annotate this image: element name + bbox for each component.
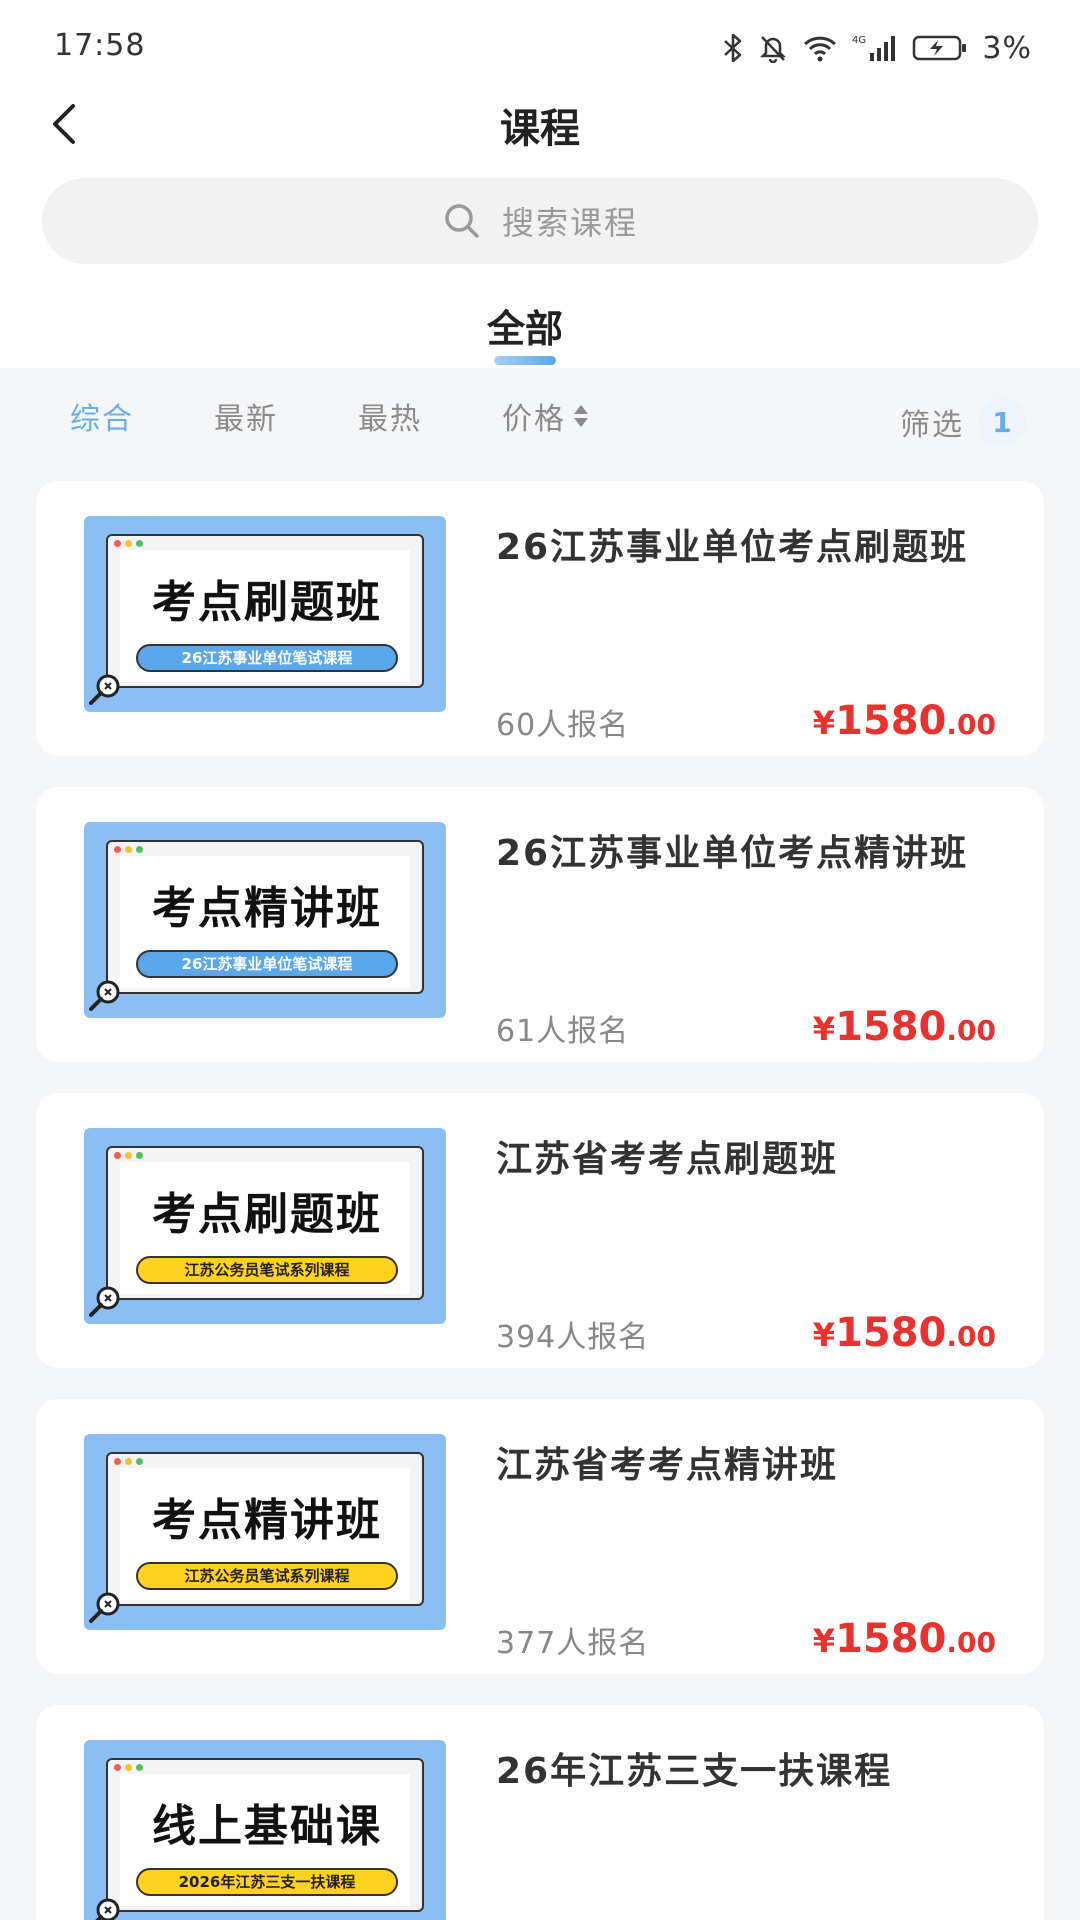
tab-active-indicator <box>494 356 556 365</box>
battery-percentage: 3% <box>982 30 1032 66</box>
thumbnail-title: 考点精讲班 <box>152 883 382 934</box>
thumbnail-subtitle: 2026年江苏三支一扶课程 <box>136 1868 398 1896</box>
tab-all-label: 全部 <box>486 307 563 351</box>
thumbnail-title: 考点精讲班 <box>152 1495 382 1546</box>
window-dots <box>114 1152 143 1159</box>
sort-price[interactable]: 价格 <box>502 394 590 438</box>
status-icons: 4G 3% <box>722 28 1032 68</box>
page-title: 课程 <box>500 106 580 152</box>
tab-all[interactable]: 全部 <box>470 298 580 368</box>
thumbnail-title: 线上基础课 <box>152 1801 382 1852</box>
sort-bar: 综合 最新 最热 价格 筛选 1 <box>0 368 1080 468</box>
course-title: 江苏省考考点精讲班 <box>496 1445 839 1486</box>
price-currency: ¥ <box>812 1622 836 1660</box>
magnifier-icon <box>89 1592 120 1623</box>
price-decimal: .00 <box>946 1320 996 1353</box>
price-integer: 1580 <box>835 1616 947 1662</box>
course-thumbnail: 线上基础课 2026年江苏三支一扶课程 <box>84 1740 446 1920</box>
thumbnail-title: 考点刷题班 <box>152 1189 382 1240</box>
sort-arrows-icon <box>574 405 588 427</box>
magnifier-icon <box>89 980 120 1011</box>
thumbnail-subtitle: 江苏公务员笔试系列课程 <box>136 1256 398 1284</box>
price-integer: 1580 <box>835 698 947 744</box>
thumbnail-title: 考点刷题班 <box>152 577 382 628</box>
price-currency: ¥ <box>812 1010 836 1048</box>
course-thumbnail: 考点精讲班 江苏公务员笔试系列课程 <box>84 1434 446 1630</box>
course-thumbnail: 考点精讲班 26江苏事业单位笔试课程 <box>84 822 446 1018</box>
mute-bell-icon <box>760 36 787 63</box>
wifi-icon <box>804 36 837 62</box>
status-bar: 17:58 4G 3% <box>0 0 1080 96</box>
thumbnail-window: 考点刷题班 26江苏事业单位笔试课程 <box>106 534 424 688</box>
course-thumbnail: 考点刷题班 26江苏事业单位笔试课程 <box>84 516 446 712</box>
svg-text:4G: 4G <box>852 35 866 46</box>
price-currency: ¥ <box>812 704 836 742</box>
course-title: 26年江苏三支一扶课程 <box>496 1751 893 1792</box>
sort-hottest[interactable]: 最热 <box>358 394 422 438</box>
thumbnail-window: 线上基础课 2026年江苏三支一扶课程 <box>106 1758 424 1912</box>
course-card[interactable]: 线上基础课 2026年江苏三支一扶课程 26年江苏三支一扶课程 73人报名 ¥1… <box>36 1705 1044 1920</box>
thumbnail-subtitle: 26江苏事业单位笔试课程 <box>136 644 398 672</box>
course-card[interactable]: 考点精讲班 26江苏事业单位笔试课程 26江苏事业单位考点精讲班 61人报名 ¥… <box>36 787 1044 1062</box>
course-card[interactable]: 考点刷题班 江苏公务员笔试系列课程 江苏省考考点刷题班 394人报名 ¥1580… <box>36 1093 1044 1368</box>
thumbnail-window: 考点精讲班 江苏公务员笔试系列课程 <box>106 1452 424 1606</box>
window-dots <box>114 540 143 547</box>
window-dots <box>114 846 143 853</box>
thumbnail-subtitle: 26江苏事业单位笔试课程 <box>136 950 398 978</box>
thumbnail-subtitle: 江苏公务员笔试系列课程 <box>136 1562 398 1590</box>
magnifier-icon <box>89 1286 120 1317</box>
nav-bar: 课程 <box>0 88 1080 156</box>
enrollment-count: 61人报名 <box>496 1014 630 1049</box>
magnifier-icon <box>95 1898 120 1920</box>
sort-comprehensive[interactable]: 综合 <box>70 394 134 438</box>
window-dots <box>114 1764 143 1771</box>
sort-price-label: 价格 <box>502 402 566 437</box>
signal-icon: 4G <box>852 35 896 61</box>
price-decimal: .00 <box>946 1626 996 1659</box>
window-dots <box>114 1458 143 1465</box>
course-price: ¥1580.00 <box>813 698 996 744</box>
search-icon <box>445 204 479 238</box>
price-integer: 1580 <box>835 1310 947 1356</box>
course-price: ¥1580.00 <box>813 1616 996 1662</box>
filter-label: 筛选 <box>900 408 964 443</box>
course-title: 26江苏事业单位考点精讲班 <box>496 833 969 874</box>
sort-newest[interactable]: 最新 <box>214 394 278 438</box>
course-price: ¥1580.00 <box>813 1004 996 1050</box>
course-card[interactable]: 考点精讲班 江苏公务员笔试系列课程 江苏省考考点精讲班 377人报名 ¥1580… <box>36 1399 1044 1674</box>
enrollment-count: 377人报名 <box>496 1626 650 1661</box>
filter-button[interactable]: 筛选 1 <box>900 398 1026 446</box>
price-currency: ¥ <box>812 1316 836 1354</box>
course-card[interactable]: 考点刷题班 26江苏事业单位笔试课程 26江苏事业单位考点刷题班 60人报名 ¥… <box>36 481 1044 756</box>
course-thumbnail: 考点刷题班 江苏公务员笔试系列课程 <box>84 1128 446 1324</box>
course-title: 26江苏事业单位考点刷题班 <box>496 527 969 568</box>
thumbnail-window: 考点刷题班 江苏公务员笔试系列课程 <box>106 1146 424 1300</box>
enrollment-count: 60人报名 <box>496 708 630 743</box>
filter-count-badge: 1 <box>978 398 1026 446</box>
course-title: 江苏省考考点刷题班 <box>496 1139 839 1180</box>
thumbnail-window: 考点精讲班 26江苏事业单位笔试课程 <box>106 840 424 994</box>
magnifier-icon <box>89 674 120 705</box>
battery-charging-icon <box>913 35 967 61</box>
search-placeholder: 搜索课程 <box>501 204 638 242</box>
price-decimal: .00 <box>946 708 996 741</box>
course-price: ¥1580.00 <box>813 1310 996 1356</box>
bluetooth-icon <box>724 33 742 63</box>
search-input[interactable]: 搜索课程 <box>42 178 1038 264</box>
price-decimal: .00 <box>946 1014 996 1047</box>
status-time: 17:58 <box>54 28 146 63</box>
enrollment-count: 394人报名 <box>496 1320 650 1355</box>
price-integer: 1580 <box>835 1004 947 1050</box>
